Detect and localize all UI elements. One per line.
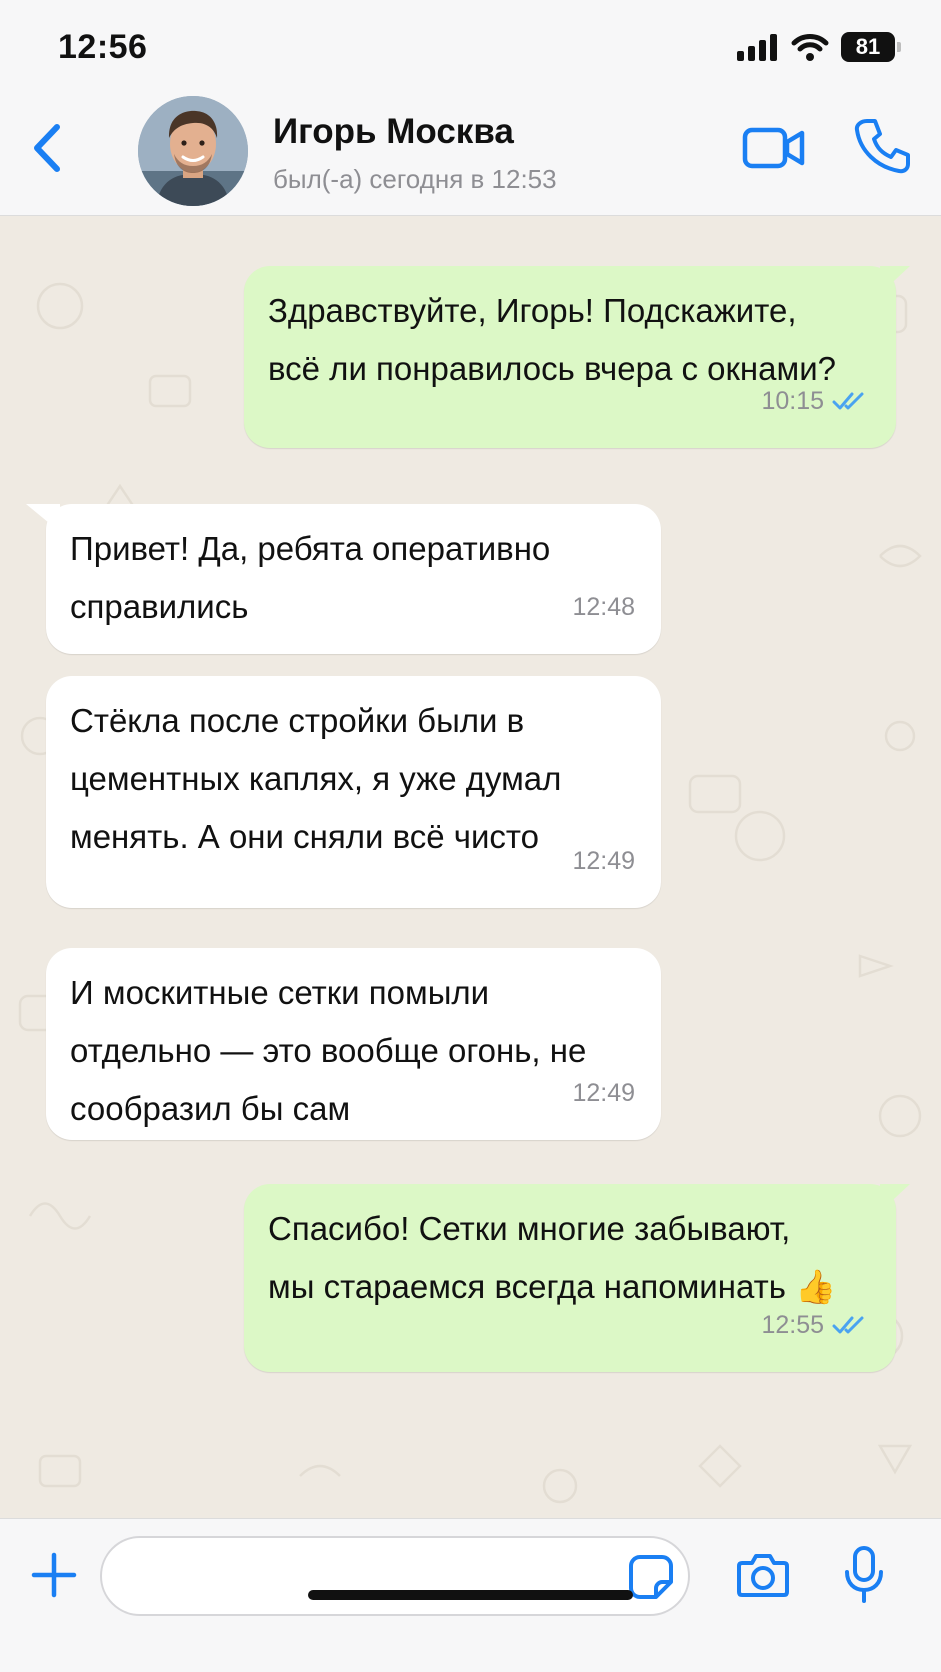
message-time: 10:15 <box>761 387 824 415</box>
message-text: Стёкла после стройки были в цементных ка… <box>70 702 562 855</box>
status-bar: 12:56 81 <box>0 0 941 88</box>
message-meta: 12:49 <box>572 1064 635 1122</box>
message-incoming[interactable]: И москитные сетки помыли отдельно — это … <box>46 948 661 1140</box>
message-incoming[interactable]: Привет! Да, ребята оперативно справились… <box>26 504 661 654</box>
home-indicator <box>308 1590 633 1600</box>
message-outgoing[interactable]: Здравствуйте, Игорь! Подскажите, всё ли … <box>244 266 910 448</box>
message-time: 12:49 <box>572 847 635 875</box>
attach-button[interactable] <box>30 1551 78 1599</box>
back-button[interactable] <box>22 118 72 178</box>
contact-name[interactable]: Игорь Москва <box>273 112 514 152</box>
microphone-button[interactable] <box>842 1545 886 1605</box>
message-time: 12:49 <box>572 1079 635 1107</box>
voice-call-button[interactable] <box>852 116 912 176</box>
back-icon <box>34 124 60 172</box>
status-time: 12:56 <box>58 28 148 66</box>
message-meta: 12:55 <box>761 1296 870 1354</box>
avatar-image <box>138 96 248 206</box>
message-input[interactable] <box>100 1536 690 1616</box>
read-receipt-icon <box>832 392 864 410</box>
message-text: И москитные сетки помыли отдельно — это … <box>70 974 587 1127</box>
avatar[interactable] <box>138 96 248 206</box>
battery-icon: 81 <box>841 32 901 62</box>
phone-icon <box>854 119 910 174</box>
chat-header: Игорь Москва был(-а) сегодня в 12:53 <box>0 88 941 216</box>
message-meta: 12:49 <box>572 832 635 890</box>
message-time: 12:48 <box>572 593 635 621</box>
contact-status: был(-а) сегодня в 12:53 <box>273 164 557 194</box>
message-meta: 10:15 <box>761 372 870 430</box>
message-outgoing[interactable]: Спасибо! Сетки многие забывают, мы стара… <box>244 1184 910 1372</box>
message-text: Привет! Да, ребята оперативно справились <box>70 530 551 625</box>
video-call-icon <box>742 127 805 169</box>
microphone-icon <box>845 1546 883 1603</box>
message-incoming[interactable]: Стёкла после стройки были в цементных ка… <box>46 676 661 908</box>
sticker-button[interactable] <box>628 1554 674 1600</box>
plus-icon <box>31 1552 77 1598</box>
status-icons: 81 <box>737 32 901 62</box>
video-call-button[interactable] <box>742 124 806 172</box>
camera-button[interactable] <box>736 1551 790 1599</box>
read-receipt-icon <box>832 1316 864 1334</box>
chat-area[interactable]: Здравствуйте, Игорь! Подскажите, всё ли … <box>0 216 941 1518</box>
camera-icon <box>737 1554 789 1597</box>
message-meta: 12:48 <box>572 578 635 636</box>
message-time: 12:55 <box>761 1311 824 1339</box>
signal-icon <box>737 34 777 61</box>
wifi-icon <box>791 34 829 61</box>
sticker-icon <box>629 1555 673 1599</box>
